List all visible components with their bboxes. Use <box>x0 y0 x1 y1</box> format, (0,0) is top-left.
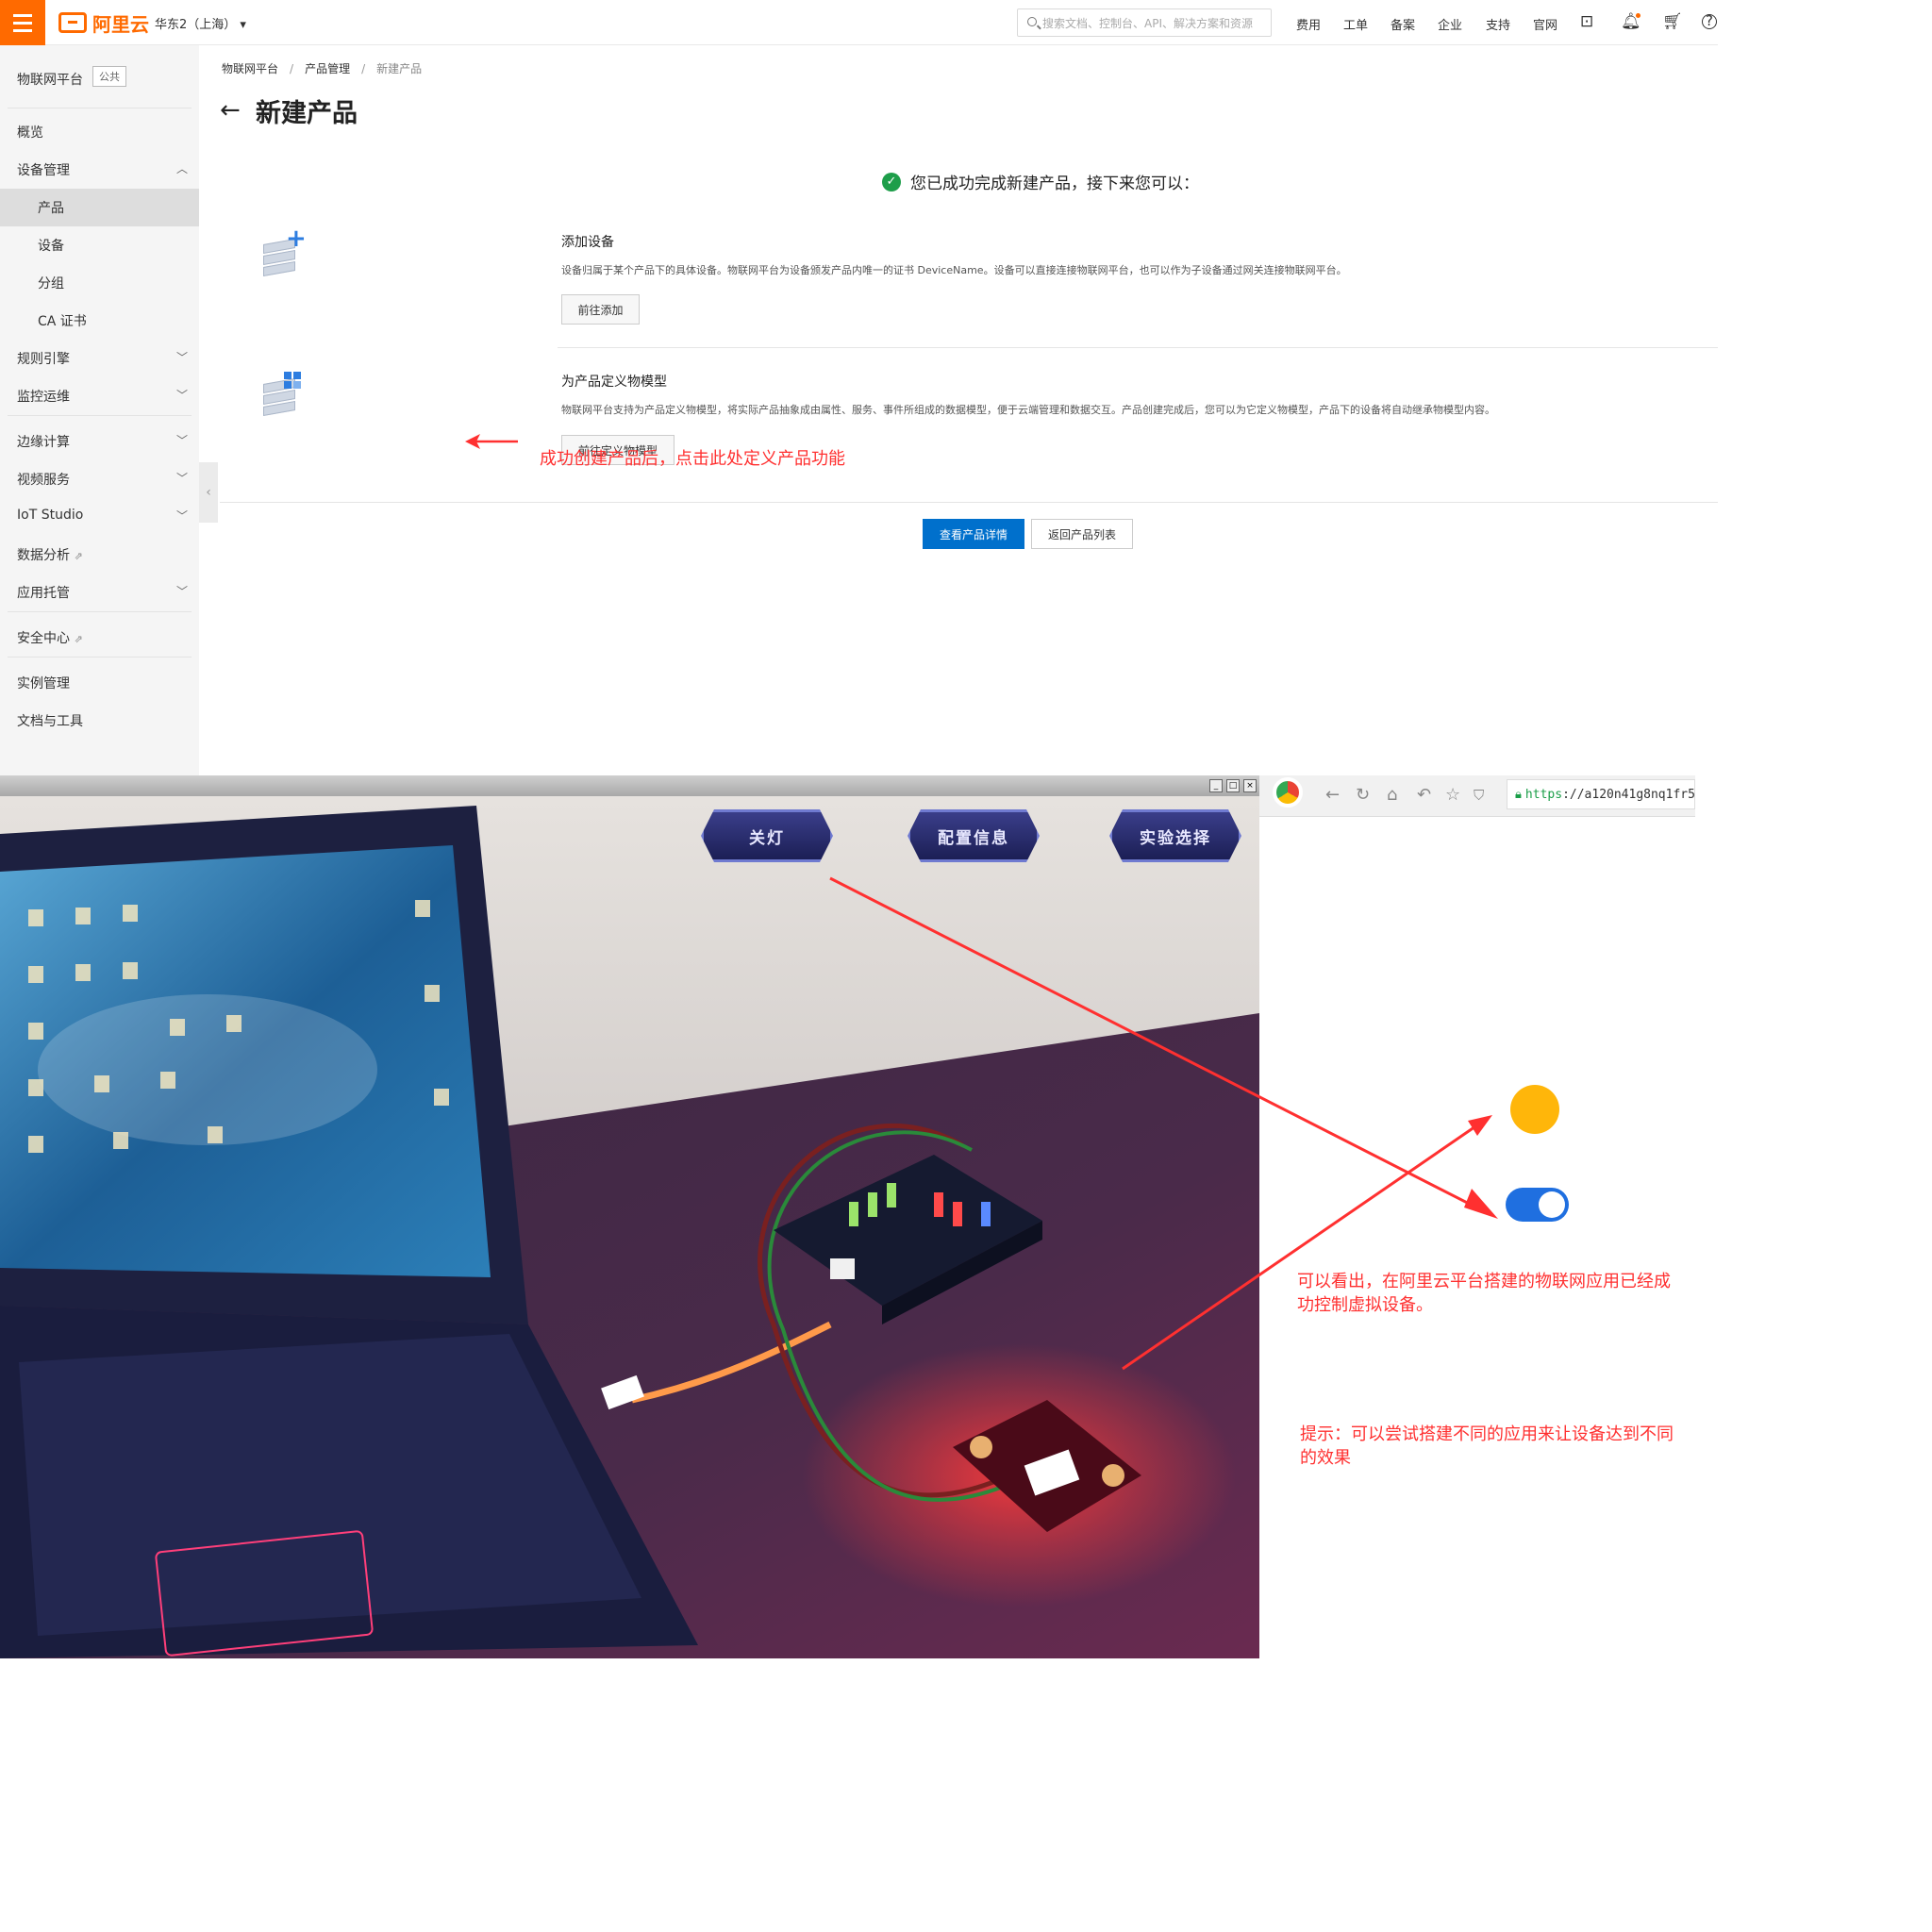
arrow-head-icon <box>1468 1115 1492 1136</box>
arrow-line-to-toggle <box>829 876 1487 1214</box>
arrow-head-icon <box>1464 1189 1498 1219</box>
arrow-line-to-lamp <box>1122 1121 1482 1371</box>
note-tip: 提示：可以尝试搭建不同的应用来让设备达到不同的效果 <box>1300 1424 1674 1468</box>
note-control-success: 可以看出，在阿里云平台搭建的物联网应用已经成功控制虚拟设备。 <box>1297 1272 1671 1315</box>
annotation-arrows <box>829 876 1498 1371</box>
